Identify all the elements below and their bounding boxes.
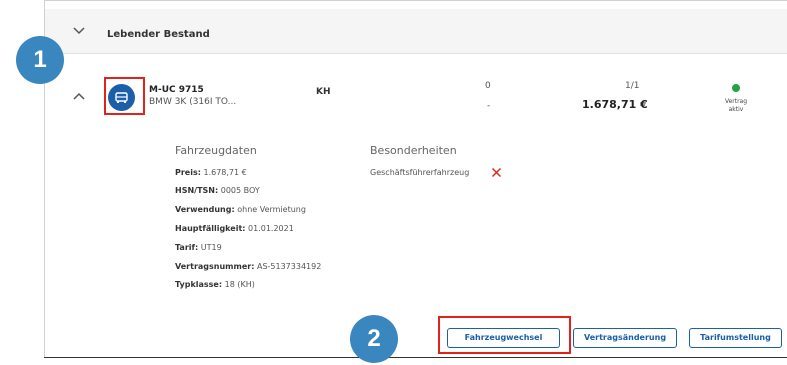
status-dot-icon (732, 84, 740, 92)
callout-badge-1: 1 (16, 36, 64, 84)
status-label: Vertrag aktiv (721, 98, 751, 114)
callout-badge-2: 2 (350, 315, 398, 363)
special-item: Geschäftsführerfahrzeug (370, 168, 470, 177)
detail-value: 0005 BOY (220, 186, 260, 195)
detail-label: Verwendung: (175, 205, 235, 214)
license-plate[interactable]: M-UC 9715 (149, 85, 204, 95)
contract-change-button[interactable]: Vertragsänderung (573, 328, 677, 348)
close-icon[interactable] (491, 167, 502, 178)
section-title-special: Besonderheiten (370, 144, 457, 157)
detail-label: HSN/TSN: (175, 186, 219, 195)
chevron-up-icon[interactable] (73, 91, 85, 101)
group-header-lebender-bestand[interactable]: Lebender Bestand (45, 9, 787, 54)
vehicle-model: BMW 3K (316I TO... (149, 97, 237, 107)
detail-value: ohne Vermietung (237, 205, 306, 214)
detail-row-price: Preis: 1.678,71 € (175, 168, 247, 177)
group-title: Lebender Bestand (107, 29, 210, 40)
bottom-divider (44, 357, 787, 358)
detail-value: AS-5137334192 (256, 262, 322, 271)
detail-label: Typklasse: (175, 280, 223, 289)
status-line-1: Vertrag (724, 98, 748, 105)
detail-row-type-class: Typklasse: 18 (KH) (175, 280, 255, 289)
detail-label: Hauptfälligkeit: (175, 224, 246, 233)
detail-value: 1.678,71 € (203, 168, 247, 177)
chevron-down-icon[interactable] (73, 26, 85, 36)
count-top: 0 (485, 81, 491, 91)
sparte-label: KH (316, 87, 331, 97)
detail-value: UT19 (200, 243, 222, 252)
detail-label: Preis: (175, 168, 201, 177)
contract-fraction: 1/1 (625, 81, 640, 91)
section-title-vehicle-data: Fahrzeugdaten (175, 144, 257, 157)
count-bottom: - (487, 101, 491, 111)
detail-row-usage: Verwendung: ohne Vermietung (175, 205, 306, 214)
vehicle-change-button[interactable]: Fahrzeugwechsel (447, 328, 560, 348)
car-icon[interactable] (108, 84, 135, 111)
contract-panel: Lebender Bestand M-UC 9715 BMW 3K (316I … (44, 0, 787, 358)
premium-amount: 1.678,71 € (582, 98, 648, 111)
detail-row-main-due-date: Hauptfälligkeit: 01.01.2021 (175, 224, 294, 233)
detail-row-hsn-tsn: HSN/TSN: 0005 BOY (175, 186, 260, 195)
detail-label: Vertragsnummer: (175, 262, 255, 271)
detail-value: 01.01.2021 (248, 224, 294, 233)
detail-value: 18 (KH) (224, 280, 255, 289)
detail-row-tariff: Tarif: UT19 (175, 243, 222, 252)
detail-label: Tarif: (175, 243, 199, 252)
detail-row-contract-number: Vertragsnummer: AS-5137334192 (175, 262, 321, 271)
status-line-2: aktiv (728, 106, 744, 113)
tariff-change-button[interactable]: Tarifumstellung (689, 328, 782, 348)
car-icon-glyph (115, 92, 128, 103)
